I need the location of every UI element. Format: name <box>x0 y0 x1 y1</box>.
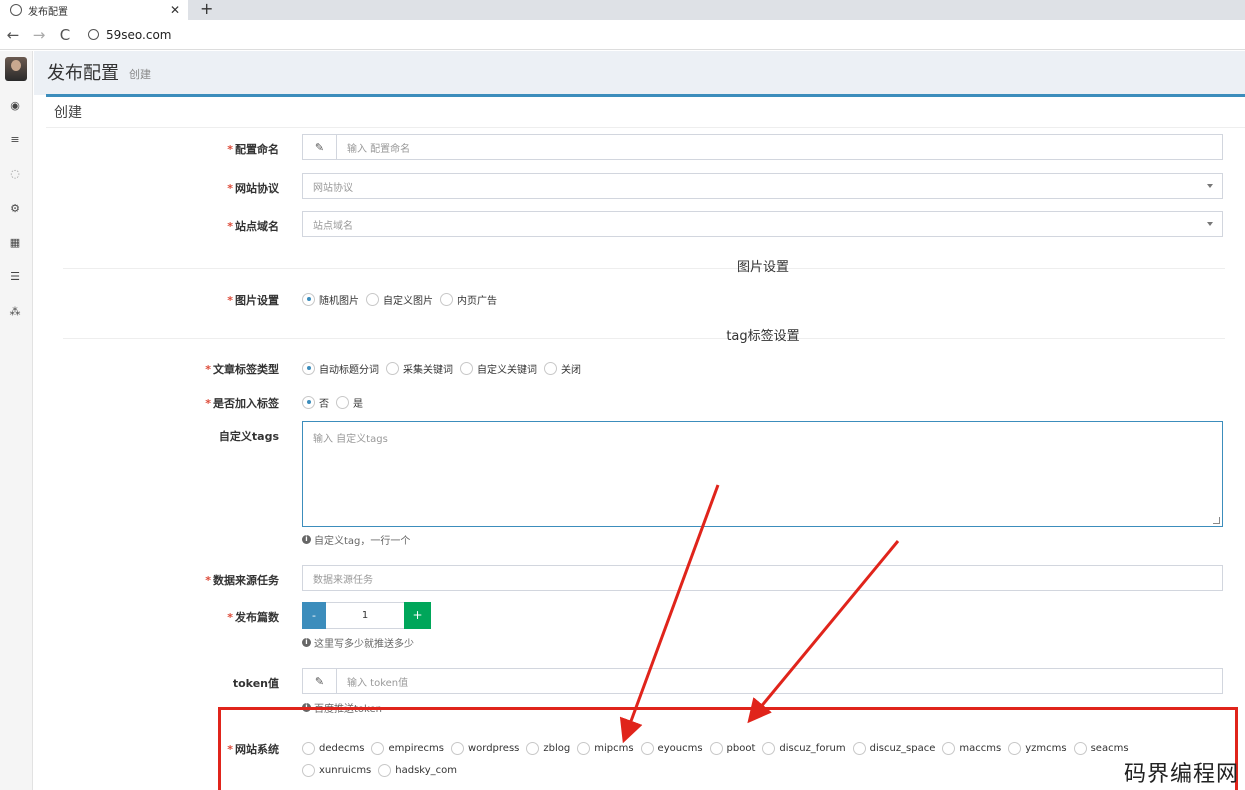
radio-option[interactable]: 关闭 <box>544 359 581 377</box>
close-tab-icon[interactable]: ✕ <box>170 3 180 17</box>
back-button[interactable]: ← <box>0 26 26 44</box>
list-icon[interactable]: ≡ <box>8 133 22 147</box>
page-header: 发布配置 创建 <box>34 51 1245 95</box>
forward-button[interactable]: → <box>26 26 52 44</box>
chevron-down-icon <box>1207 222 1213 226</box>
token-label: token值 <box>232 677 279 690</box>
resize-handle[interactable] <box>1213 517 1220 524</box>
image-section-title: 图片设置 <box>736 260 789 275</box>
increment-button[interactable]: + <box>404 602 431 629</box>
decrement-button[interactable]: - <box>302 602 326 629</box>
site-info-icon[interactable] <box>88 29 99 40</box>
radio-option[interactable]: 内页广告 <box>440 290 497 308</box>
radio-option[interactable]: 采集关键词 <box>386 359 453 377</box>
radio-label: 自定义关键词 <box>477 364 537 376</box>
radio-option[interactable]: 是 <box>336 393 363 411</box>
custom-tags-help: i 自定义tag，一行一个 <box>302 532 410 547</box>
image-setting-label: * 图片设置 <box>227 294 279 307</box>
radio-label: 否 <box>319 398 329 410</box>
custom-tags-label: 自定义tags <box>218 430 279 443</box>
radio-button[interactable] <box>302 292 315 306</box>
radio-option[interactable]: 自定义关键词 <box>460 359 537 377</box>
publish-count-help: i 这里写多少就推送多少 <box>302 635 414 650</box>
page-subtitle: 创建 <box>129 68 151 81</box>
radio-button[interactable] <box>302 395 315 409</box>
sitemap-icon[interactable]: ⁂ <box>8 305 22 319</box>
radio-label: 自动标题分词 <box>319 364 379 376</box>
tab-title: 发布配置 <box>28 6 68 18</box>
url-field[interactable]: 59seo.com <box>88 28 171 42</box>
radio-label: 内页广告 <box>457 295 497 307</box>
config-name-input[interactable]: ✎ 输入 配置命名 <box>302 134 1223 160</box>
radio-label: 是 <box>353 398 363 410</box>
address-bar: ← → C 59seo.com <box>0 20 1245 50</box>
config-name-label: * 配置命名 <box>227 143 279 156</box>
avatar[interactable] <box>5 57 27 81</box>
custom-tags-placeholder: 输入 自定义tags <box>313 434 388 445</box>
tag-type-label: * 文章标签类型 <box>205 363 279 376</box>
radio-option[interactable]: 否 <box>302 393 329 411</box>
protocol-placeholder: 网站协议 <box>313 182 353 194</box>
token-input[interactable]: ✎ 输入 token值 <box>302 668 1223 694</box>
info-icon: i <box>302 535 311 544</box>
divider <box>46 127 1245 128</box>
radio-label: 关闭 <box>561 364 581 376</box>
radio-button[interactable] <box>544 361 557 375</box>
domain-select[interactable]: 站点域名 <box>302 211 1223 237</box>
radio-option[interactable]: 随机图片 <box>302 290 359 308</box>
url-text: 59seo.com <box>106 27 172 42</box>
radio-label: 随机图片 <box>319 295 359 307</box>
radio-label: 采集关键词 <box>403 364 453 376</box>
add-tag-label: * 是否加入标签 <box>205 397 279 410</box>
publish-count-stepper: - 1 + <box>302 602 431 629</box>
radio-button[interactable] <box>460 361 473 375</box>
page-title: 发布配置 <box>47 63 119 84</box>
source-task-input[interactable]: 数据来源任务 <box>302 565 1223 591</box>
app-sidebar: ◉ ≡ ◌ ⚙ ▦ ☰ ⁂ <box>0 51 33 790</box>
source-task-label: * 数据来源任务 <box>205 574 279 587</box>
add-tag-radio-group: 否是 <box>302 393 370 411</box>
info-icon: i <box>302 638 311 647</box>
calendar-icon[interactable]: ▦ <box>8 236 22 250</box>
config-name-placeholder: 输入 配置命名 <box>347 143 411 155</box>
browser-tabbar: 发布配置 ✕ + <box>0 0 1245 20</box>
annotation-box <box>218 707 1238 790</box>
globe-icon <box>10 4 22 16</box>
radio-button[interactable] <box>386 361 399 375</box>
chevron-down-icon <box>1207 184 1213 188</box>
tag-type-radio-group: 自动标题分词 采集关键词 自定义关键词 关闭 <box>302 359 588 377</box>
radio-option[interactable]: 自动标题分词 <box>302 359 379 377</box>
radio-button[interactable] <box>440 292 453 306</box>
divider <box>63 338 1225 339</box>
radio-option[interactable]: 自定义图片 <box>366 290 433 308</box>
domain-label: * 站点域名 <box>227 220 279 233</box>
tag-section-title: tag标签设置 <box>726 329 800 344</box>
domain-placeholder: 站点域名 <box>313 220 353 232</box>
protocol-select[interactable]: 网站协议 <box>302 173 1223 199</box>
token-placeholder: 输入 token值 <box>347 677 409 689</box>
dashboard-icon[interactable]: ◉ <box>8 99 22 113</box>
new-tab-button[interactable]: + <box>200 0 213 18</box>
publish-count-label: * 发布篇数 <box>227 611 279 624</box>
radio-button[interactable] <box>336 395 349 409</box>
radio-label: 自定义图片 <box>383 295 433 307</box>
radio-button[interactable] <box>302 361 315 375</box>
watermark-text: 码界编程网 <box>1123 762 1239 787</box>
custom-tags-textarea[interactable]: 输入 自定义tags <box>302 421 1223 527</box>
browser-tab[interactable]: 发布配置 ✕ <box>0 0 188 20</box>
gears-icon[interactable]: ⚙ <box>8 202 22 216</box>
menu-icon[interactable]: ☰ <box>8 270 22 284</box>
pencil-icon: ✎ <box>303 135 337 159</box>
radio-button[interactable] <box>366 292 379 306</box>
divider <box>63 268 1225 269</box>
box-title: 创建 <box>54 105 82 121</box>
protocol-label: * 网站协议 <box>227 182 279 195</box>
publish-count-input[interactable]: 1 <box>326 602 404 629</box>
globe-icon[interactable]: ◌ <box>8 167 22 181</box>
source-task-placeholder: 数据来源任务 <box>313 574 373 586</box>
image-setting-radio-group: 随机图片 自定义图片 内页广告 <box>302 290 504 308</box>
pencil-icon: ✎ <box>303 669 337 693</box>
reload-button[interactable]: C <box>52 26 78 44</box>
